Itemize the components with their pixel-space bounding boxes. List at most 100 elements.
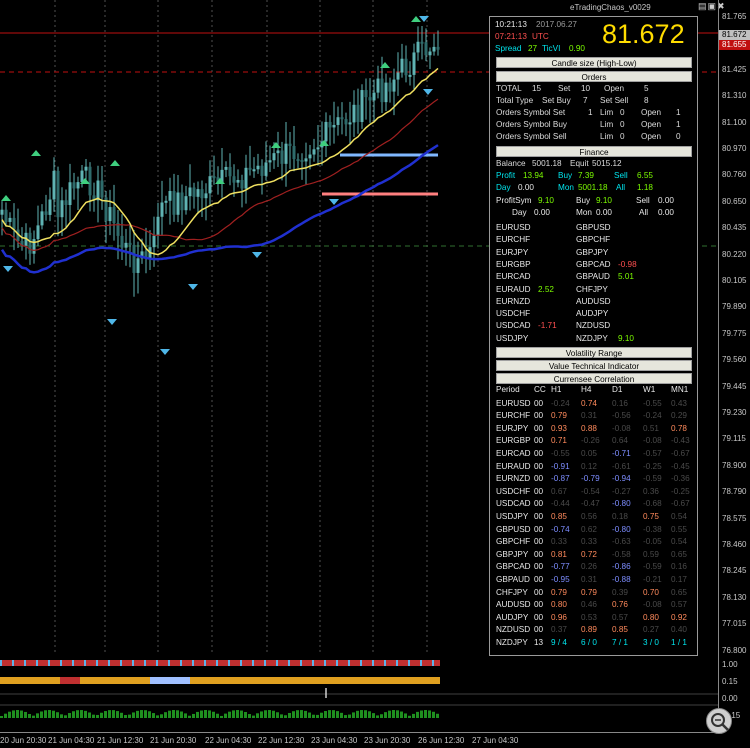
corr-cell: 0.72: [581, 549, 597, 559]
corr-cell: 00: [534, 474, 544, 484]
candle-body: [32, 239, 36, 254]
candle-body: [304, 158, 308, 162]
oscillator-bar: [228, 711, 231, 718]
time-axis-label: 26 Jun 12:30: [418, 736, 465, 745]
zoom-icon[interactable]: [706, 708, 732, 734]
pair-symbol: EURAUD: [496, 284, 531, 294]
osb-open: 1: [676, 120, 681, 129]
price-axis-label: 0.15: [722, 677, 738, 686]
candle-body: [156, 216, 160, 236]
price-axis-label: 78.130: [722, 592, 747, 602]
ps-all-value: 0.00: [658, 208, 674, 217]
corr-cell: 0.62: [581, 524, 597, 534]
ps-buy-value: 9.10: [596, 196, 612, 205]
candle-body: [64, 200, 68, 206]
corr-cell: 00: [534, 524, 544, 534]
corr-cell: 00: [534, 600, 544, 610]
corr-row-symbol: EURCAD: [496, 448, 531, 458]
corr-cell: -0.77: [551, 562, 570, 572]
corr-cell: -0.59: [643, 562, 662, 572]
candle-body: [176, 192, 180, 215]
corr-cell: 6 / 0: [581, 637, 597, 647]
corr-cell: 7 / 1: [612, 637, 628, 647]
finance-button[interactable]: Finance: [496, 146, 692, 157]
candle-body: [356, 104, 360, 123]
oscillator-bar: [108, 710, 111, 718]
oscillator-bar: [52, 710, 55, 718]
trend-strip-1-segment: [12, 660, 14, 666]
corr-cell: 1 / 1: [671, 637, 687, 647]
trend-strip-1-segment: [96, 660, 98, 666]
candle-body: [256, 165, 260, 170]
oscillator-bar: [312, 714, 315, 718]
oscillator-bar: [124, 715, 127, 718]
big-price: 81.672: [602, 19, 685, 49]
oscillator-bar: [392, 710, 395, 718]
corr-header: CC: [534, 385, 546, 394]
oscillator-bar: [372, 713, 375, 718]
corr-cell: 0.43: [671, 398, 687, 408]
candle-body: [392, 79, 396, 92]
candle-body: [28, 232, 32, 254]
candle-body: [324, 121, 328, 142]
orders-button[interactable]: Orders: [496, 71, 692, 82]
candle-body: [60, 200, 64, 218]
trend-strip-1-segment: [264, 660, 266, 666]
corr-cell: -0.05: [643, 537, 662, 547]
trend-strip-1-segment: [72, 660, 74, 666]
time-axis-label: 20 Jun 20:30: [0, 736, 47, 745]
volatility-range-button[interactable]: Volatility Range: [496, 347, 692, 358]
corr-cell: -0.25: [671, 486, 690, 496]
corr-cell: 0.55: [671, 524, 687, 534]
set-label: Set: [558, 84, 571, 93]
trend-strip-1-segment: [36, 660, 38, 666]
corr-cell: -0.08: [643, 600, 662, 610]
value-technical-indicator-button[interactable]: Value Technical Indicator: [496, 360, 692, 371]
oscillator-bar: [336, 711, 339, 718]
oscillator-bar: [304, 710, 307, 718]
corr-cell: 00: [534, 574, 544, 584]
candle-size-button[interactable]: Candle size (High-Low): [496, 57, 692, 68]
oscillator-bar: [208, 710, 211, 718]
trend-strip-1-segment: [192, 660, 194, 666]
candle-body: [4, 209, 8, 222]
pair-symbol: GBPCAD: [576, 259, 611, 269]
corr-cell: 00: [534, 612, 544, 622]
price-axis-label: 78.790: [722, 487, 747, 497]
oscillator-bar: [328, 710, 331, 718]
fractal-up-arrow: [271, 142, 281, 148]
corr-row-symbol: USDCHF: [496, 486, 531, 496]
corr-cell: 0.29: [671, 411, 687, 421]
corr-cell: 0.64: [612, 436, 628, 446]
corr-header: Period: [496, 385, 520, 394]
candle-body: [84, 166, 88, 171]
corr-row-symbol: EURCHF: [496, 411, 531, 421]
candle-body: [48, 199, 52, 215]
oscillator-bar: [332, 710, 335, 718]
ps-buy-label: Buy: [576, 196, 591, 205]
oss-lim: 0: [620, 108, 625, 117]
candle-body: [364, 90, 368, 98]
trend-strip-1-segment: [360, 660, 362, 666]
fractal-down-arrow: [188, 284, 198, 290]
corr-cell: 0.74: [581, 398, 597, 408]
trend-strip-1-segment: [60, 660, 62, 666]
candle-body: [228, 166, 232, 177]
pair-profit: 9.10: [618, 333, 634, 343]
oscillator-bar: [4, 713, 7, 718]
oscillator-bar: [48, 710, 51, 718]
oscillator-bar: [204, 710, 207, 718]
corr-cell: -0.80: [612, 499, 631, 509]
trend-strip-1-segment: [288, 660, 290, 666]
currency-correlation-button[interactable]: Currensee Correlation: [496, 373, 692, 384]
corr-cell: -0.21: [643, 574, 662, 584]
corr-cell: 00: [534, 411, 544, 421]
corr-cell: -0.57: [643, 448, 662, 458]
oscillator-bar: [8, 711, 11, 718]
price-axis-label: 1.00: [722, 660, 738, 669]
oscillator-bar: [68, 713, 71, 718]
corr-cell: -0.59: [643, 474, 662, 484]
window-title: eTradingChaos_v0029: [570, 3, 651, 12]
candle-body: [276, 150, 280, 154]
corr-cell: 0.54: [671, 537, 687, 547]
